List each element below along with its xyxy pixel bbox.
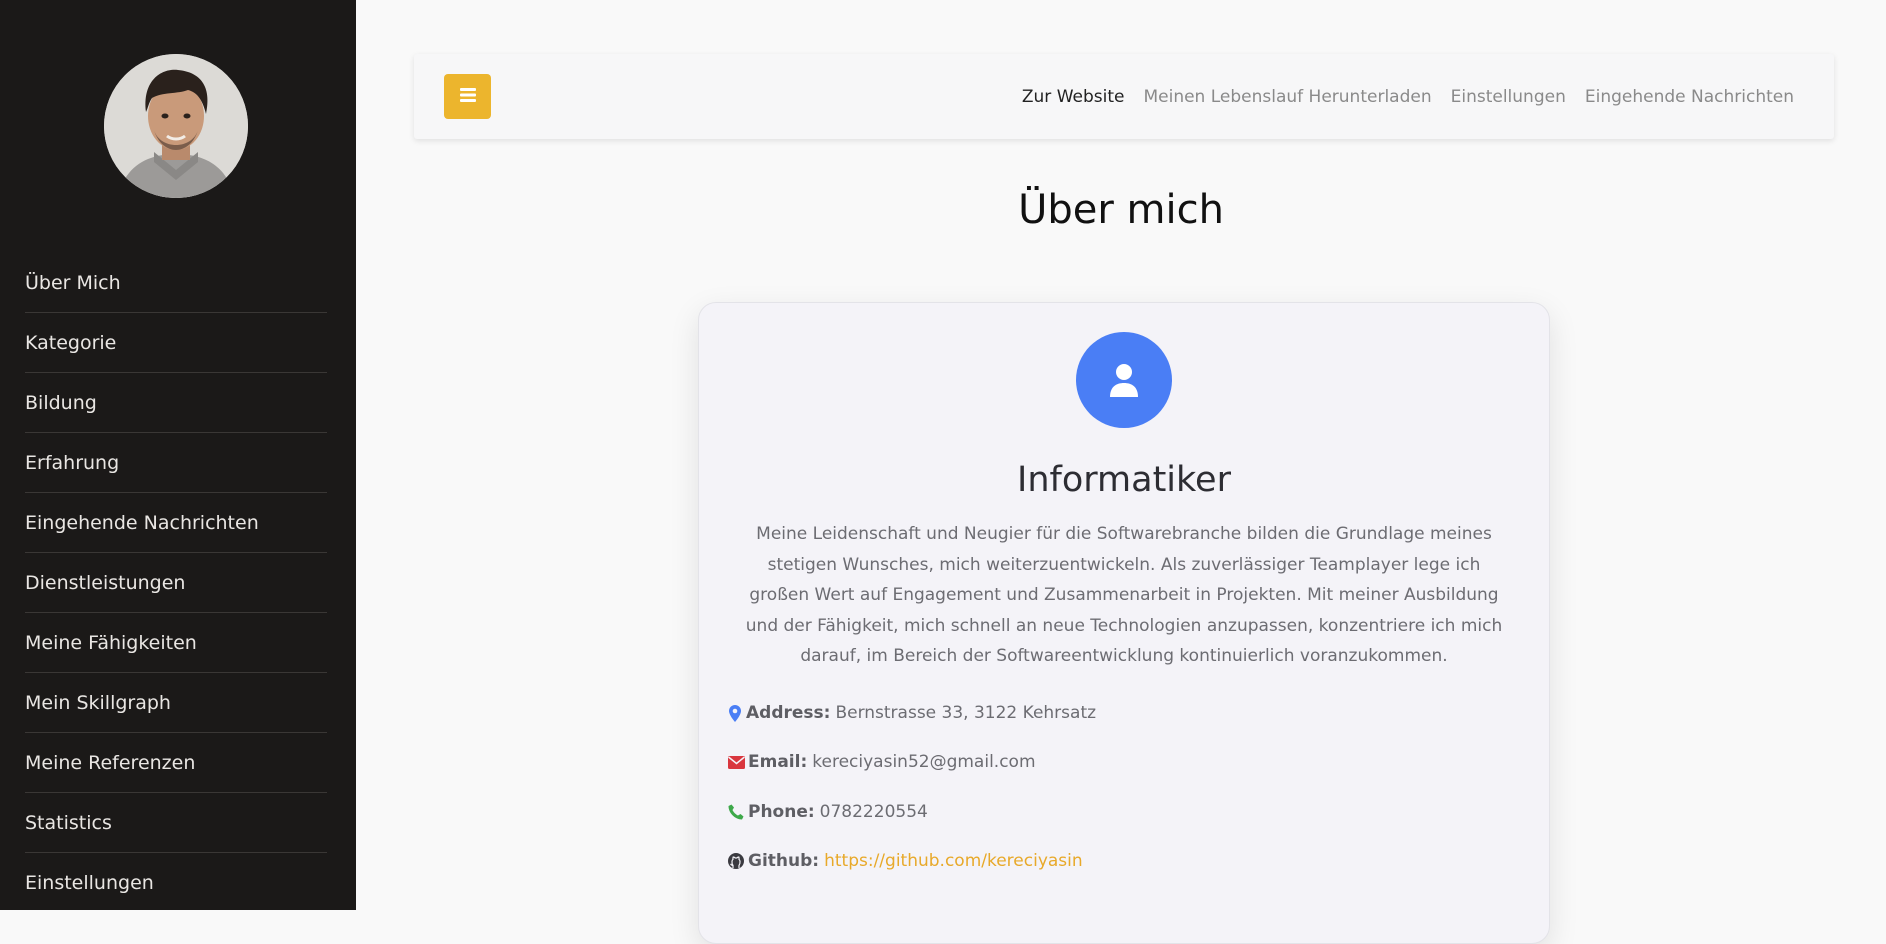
hamburger-icon (459, 87, 476, 106)
sidebar-item-kategorie[interactable]: Kategorie (25, 313, 327, 373)
github-row: Github: https://github.com/kereciyasin (727, 849, 1083, 873)
user-icon (1076, 332, 1172, 428)
sidebar-item-meine-referenzen[interactable]: Meine Referenzen (25, 733, 327, 793)
sidebar-item-bildung[interactable]: Bildung (25, 373, 327, 433)
phone-icon (727, 803, 745, 821)
github-link[interactable]: https://github.com/kereciyasin (824, 851, 1083, 871)
profile-description: Meine Leidenschaft und Neugier für die S… (745, 524, 1503, 666)
sidebar-item-eingehende-nachrichten[interactable]: Eingehende Nachrichten (25, 493, 327, 553)
nav-link-website[interactable]: Zur Website (1022, 87, 1125, 107)
nav-link-settings[interactable]: Einstellungen (1451, 87, 1566, 107)
profile-card: Informatiker Meine Leidenschaft und Neug… (698, 302, 1550, 944)
sidebar-item-erfahrung[interactable]: Erfahrung (25, 433, 327, 493)
page-title: Über mich (1018, 187, 1224, 233)
map-marker-icon (727, 704, 743, 722)
nav-link-download-cv[interactable]: Meinen Lebenslauf Herunterladen (1143, 87, 1431, 107)
address-label: Address: (746, 703, 831, 723)
nav-link-messages[interactable]: Eingehende Nachrichten (1585, 87, 1794, 107)
top-nav-links: Zur Website Meinen Lebenslauf Herunterla… (1022, 54, 1794, 139)
phone-label: Phone: (748, 802, 815, 822)
sidebar-item-mein-skillgraph[interactable]: Mein Skillgraph (25, 673, 327, 733)
address-row: Address: Bernstrasse 33, 3122 Kehrsatz (727, 701, 1096, 725)
email-row: Email: kereciyasin52@gmail.com (727, 750, 1036, 774)
sidebar: Über Mich Kategorie Bildung Erfahrung Ei… (0, 0, 356, 910)
profile-title: Informatiker (1017, 460, 1231, 500)
address-value: Bernstrasse 33, 3122 Kehrsatz (835, 703, 1097, 723)
phone-row: Phone: 0782220554 (727, 800, 928, 824)
sidebar-item-meine-faehigkeiten[interactable]: Meine Fähigkeiten (25, 613, 327, 673)
email-label: Email: (748, 752, 808, 772)
avatar (104, 54, 248, 198)
github-label: Github: (748, 851, 820, 871)
top-navbar: Zur Website Meinen Lebenslauf Herunterla… (414, 54, 1834, 139)
sidebar-item-dienstleistungen[interactable]: Dienstleistungen (25, 553, 327, 613)
sidebar-item-ueber-mich[interactable]: Über Mich (25, 253, 327, 313)
phone-value: 0782220554 (819, 802, 928, 822)
sidebar-nav: Über Mich Kategorie Bildung Erfahrung Ei… (25, 253, 327, 912)
github-icon (727, 852, 745, 870)
menu-toggle-button[interactable] (444, 74, 491, 119)
sidebar-item-statistics[interactable]: Statistics (25, 793, 327, 853)
envelope-icon (727, 753, 745, 771)
email-value: kereciyasin52@gmail.com (812, 752, 1036, 772)
sidebar-item-einstellungen[interactable]: Einstellungen (25, 853, 327, 912)
